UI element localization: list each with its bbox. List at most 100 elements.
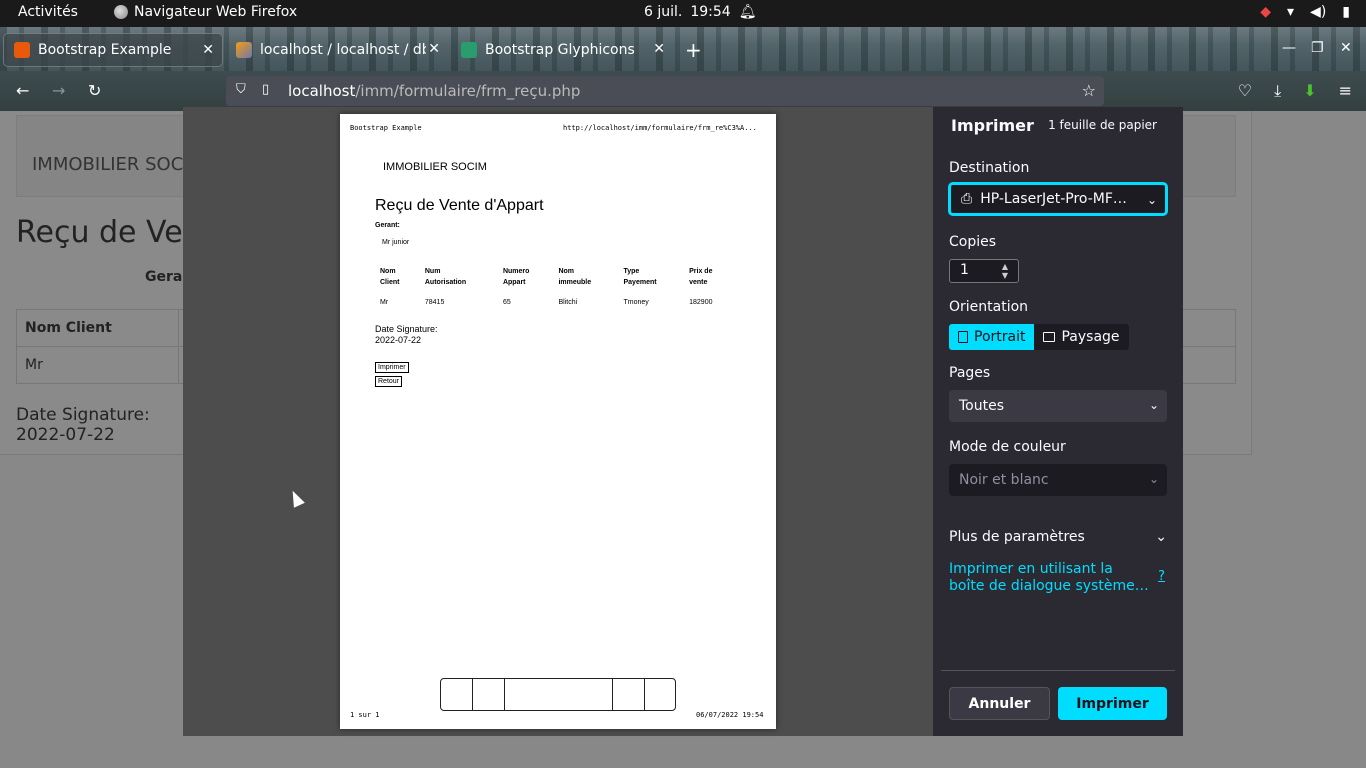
sheet-brand: IMMOBILIER SOCIM: [383, 161, 487, 173]
more-settings-label: Plus de paramètres: [949, 529, 1085, 545]
phpmyadmin-icon: [236, 42, 252, 58]
chevron-down-icon: ⌄: [1155, 529, 1167, 545]
more-settings-toggle[interactable]: Plus de paramètres ⌄: [949, 529, 1167, 545]
tab-title: Bootstrap Example: [38, 42, 172, 58]
portrait-label: Portrait: [974, 329, 1026, 345]
system-top-bar: Activités Navigateur Web Firefox 6 juil.…: [0, 0, 1366, 27]
extension-icon[interactable]: ⬇: [1303, 81, 1316, 101]
url-path: /imm/formulaire/frm_reçu.php: [355, 82, 581, 100]
menu-icon[interactable]: ≡: [1339, 81, 1352, 101]
landscape-label: Paysage: [1061, 329, 1120, 345]
activities-button[interactable]: Activités: [18, 4, 78, 20]
window-close-icon[interactable]: ✕: [1340, 40, 1352, 56]
destination-value: HP-LaserJet-Pro-MF…: [980, 191, 1127, 207]
column-header: Numero Appart: [502, 268, 530, 286]
reload-icon[interactable]: ↻: [88, 81, 101, 100]
previous-page-button[interactable]: [473, 679, 505, 710]
page-indicator: [505, 679, 613, 710]
tab-bootstrap-example[interactable]: Bootstrap Example ✕: [3, 33, 223, 67]
clock[interactable]: 6 juil. 19:54 🔔︎: [644, 4, 757, 20]
chevron-down-icon: ⌄: [1148, 472, 1159, 486]
sheet-date-label: Date Signature:: [375, 324, 438, 334]
portrait-button[interactable]: Portrait: [949, 324, 1035, 350]
restore-icon[interactable]: ❐: [1311, 40, 1324, 56]
pages-select[interactable]: Toutes ⌄: [949, 390, 1167, 422]
w3schools-icon: [461, 42, 477, 58]
next-page-button[interactable]: [613, 679, 645, 710]
table-row: Mr 78415 65 Blitchi Tmoney 182900: [375, 290, 735, 306]
forward-icon[interactable]: →: [52, 81, 65, 100]
system-dialog-link[interactable]: Imprimer en utilisant la boîte de dialog…: [949, 561, 1149, 595]
app-menu[interactable]: Navigateur Web Firefox: [114, 4, 297, 20]
table-header-row: Nom Client Num Autorisation Numero Appart N…: [375, 264, 735, 290]
sheet-print-button: Imprimer: [375, 362, 409, 373]
column-header: Num Autorisation: [424, 268, 467, 286]
new-tab-button[interactable]: +: [685, 38, 702, 62]
table-cell: Mr: [16, 346, 179, 384]
navigation-toolbar: ← → ↻ ⛉ ▯ localhost/imm/formulaire/frm_r…: [0, 71, 1366, 111]
column-header: Type Payement: [623, 268, 657, 286]
firefox-icon: [114, 5, 128, 19]
sheet-table: Nom Client Num Autorisation Numero Appart N…: [375, 264, 735, 306]
close-icon[interactable]: ✕: [653, 41, 665, 57]
pages-value: Toutes: [959, 398, 1005, 414]
wifi-icon: ▾: [1287, 4, 1295, 20]
print-settings-panel: Imprimer 1 feuille de papier Destination…: [933, 107, 1183, 736]
sheet-back-button: Retour: [375, 376, 403, 387]
destination-select[interactable]: ⎙ HP-LaserJet-Pro-MF… ⌄: [949, 183, 1167, 215]
battery-icon: ▮: [1342, 4, 1350, 20]
pages-label: Pages: [949, 365, 991, 381]
xampp-icon: [14, 42, 30, 58]
date-label: Date Signature:: [16, 405, 150, 425]
destination-label: Destination: [949, 160, 1030, 176]
preview-sheet: Bootstrap Example http://localhost/imm/f…: [340, 114, 776, 729]
close-icon[interactable]: ✕: [202, 42, 214, 58]
panel-divider: [941, 670, 1175, 671]
sheet-footer-right: 06/07/2022 19:54: [696, 711, 764, 719]
copies-label: Copies: [949, 234, 997, 250]
minimize-icon[interactable]: —: [1282, 40, 1296, 56]
first-page-button[interactable]: [441, 679, 473, 710]
close-icon[interactable]: ✕: [428, 41, 440, 57]
print-panel-title: Imprimer: [951, 116, 1034, 135]
url-bar[interactable]: ⛉ ▯ localhost/imm/formulaire/frm_reçu.ph…: [226, 76, 1104, 106]
bookmark-star-icon[interactable]: ☆: [1082, 81, 1096, 100]
mouse-cursor: [287, 488, 305, 508]
tab-bootstrap-glyphicons[interactable]: Bootstrap Glyphicons ✕: [451, 33, 673, 67]
landscape-button[interactable]: Paysage: [1034, 324, 1129, 350]
printer-icon: ⎙: [961, 191, 973, 207]
tab-phpmyadmin[interactable]: localhost / localhost / db ✕: [226, 33, 448, 67]
help-link[interactable]: ?: [1158, 569, 1165, 584]
pocket-icon[interactable]: ♡: [1238, 81, 1252, 101]
sheet-header-left: Bootstrap Example: [350, 124, 422, 132]
sheet-count: 1 feuille de papier: [1048, 118, 1157, 132]
system-tray[interactable]: ◆ ▾ ◀) ▮: [1260, 4, 1350, 20]
table-cell: 182900: [689, 299, 713, 306]
column-header: Nom Client: [380, 268, 400, 286]
page-info-icon[interactable]: ▯: [262, 82, 269, 97]
date-value: 2022-07-22: [16, 425, 115, 445]
sheet-date-value: 2022-07-22: [375, 335, 422, 345]
table-cell: Tmoney: [623, 299, 649, 306]
copies-value: 1: [960, 262, 969, 278]
app-name: Navigateur Web Firefox: [134, 4, 298, 20]
chevron-down-icon: ⌄: [1148, 398, 1159, 412]
shield-icon[interactable]: ⛉: [236, 82, 246, 97]
print-button[interactable]: Imprimer: [1058, 687, 1167, 720]
color-mode-select[interactable]: Noir et blanc ⌄: [949, 464, 1167, 496]
date-signature: Date Signature: 2022-07-22: [16, 405, 150, 445]
sheet-footer-left: 1 sur 1: [350, 711, 380, 719]
back-icon[interactable]: ←: [16, 81, 29, 100]
sheet-gerant-value: Mr junior: [382, 239, 410, 246]
date: 6 juil.: [644, 4, 683, 20]
url-host: localhost: [288, 82, 356, 100]
page-navigation-toolbar: [440, 678, 676, 711]
spinner-icon[interactable]: ▲ ▼: [1002, 262, 1008, 280]
download-icon[interactable]: ⤓: [1274, 81, 1281, 101]
tab-title: localhost / localhost / db: [260, 42, 426, 58]
copies-stepper[interactable]: 1 ▲ ▼: [949, 259, 1019, 283]
sheet-header-right: http://localhost/imm/formulaire/frm_re%C…: [563, 124, 757, 132]
table-cell: Mr: [380, 299, 389, 306]
cancel-button[interactable]: Annuler: [949, 687, 1050, 720]
last-page-button[interactable]: [645, 679, 675, 710]
